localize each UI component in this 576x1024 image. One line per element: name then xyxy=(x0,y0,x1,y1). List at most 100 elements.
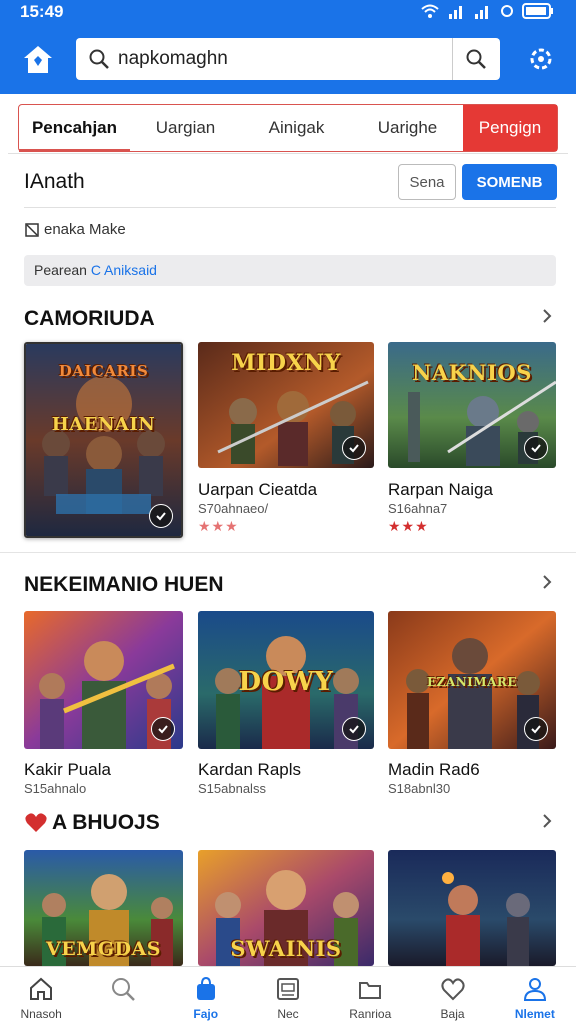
folder-icon xyxy=(359,982,382,999)
art-top-text: DAICARIS xyxy=(58,362,149,380)
app-header: napkomaghn xyxy=(0,24,576,94)
art-title-text: DOWY xyxy=(238,667,334,697)
art-title-text: NAKNIOS xyxy=(412,360,532,385)
game-title[interactable]: Madin Rad6 xyxy=(388,760,480,780)
art-title-text: VEMGDAS xyxy=(46,938,161,960)
info-row: enaka Make xyxy=(24,221,126,238)
battery-icon xyxy=(522,3,553,19)
bag-icon xyxy=(196,976,215,1000)
nav-item-profile[interactable]: Nlemet xyxy=(494,967,576,1024)
heart-icon xyxy=(440,978,465,1001)
no-entry-icon xyxy=(25,222,39,237)
check-icon xyxy=(342,436,366,460)
section-title-3[interactable]: A BHUOJS xyxy=(24,811,160,835)
section-title-1-label: CAMORIUDA xyxy=(24,307,155,330)
game-thumbnail[interactable]: NAKNIOS xyxy=(388,342,556,468)
nav-label: Nnasoh xyxy=(20,1007,62,1021)
art-title-text: EZANIMARE xyxy=(426,675,517,689)
game-price: S70ahnaeo/ xyxy=(198,501,269,516)
art-title-text: HAENAIN xyxy=(51,414,156,435)
sync-icon xyxy=(501,5,513,17)
nav-label: Nlemet xyxy=(514,1007,555,1021)
nav-item-folder[interactable]: Ranrioa xyxy=(329,967,411,1024)
primary-button[interactable]: SOMENB xyxy=(462,164,557,200)
game-price: S18abnl30 xyxy=(388,781,451,796)
nav-item-heart[interactable]: Baja xyxy=(411,967,493,1024)
banner-link[interactable]: C Aniksaid xyxy=(91,262,157,278)
game-thumbnail[interactable]: MIDXNY xyxy=(198,342,374,468)
heart-badge-icon xyxy=(25,813,47,832)
nav-label: Fajo xyxy=(193,1007,219,1021)
game-price: S15ahnalo xyxy=(24,781,87,796)
section-title-3-label: A BHUOJS xyxy=(52,811,160,834)
tab-ainigak[interactable]: Ainigak xyxy=(241,105,352,151)
game-thumbnail[interactable]: VEMGDAS xyxy=(24,850,183,966)
bottom-nav: Nnasoh Fajo Nec Ranrioa Baja Nlemet xyxy=(0,966,576,1024)
tab-pengign[interactable]: Pengign xyxy=(463,105,557,151)
search-input[interactable]: napkomaghn xyxy=(118,48,228,70)
game-title[interactable]: Kardan Rapls xyxy=(198,760,301,780)
game-price: S16ahna7 xyxy=(388,501,448,516)
game-price: S15abnalss xyxy=(198,781,266,796)
rating-stars: ★★★ xyxy=(198,518,239,534)
section-title-2-label: NEKEIMANIO HUEN xyxy=(24,573,224,596)
nav-label: Baja xyxy=(440,1007,465,1021)
section-title-1[interactable]: CAMORIUDA xyxy=(24,307,155,331)
profile-icon xyxy=(523,978,546,1001)
tab-pencahjan[interactable]: Pencahjan xyxy=(19,105,130,152)
art-title-text: SWAINIS xyxy=(230,936,342,961)
tab-bar: Pencahjan Uargian Ainigak Uarighe Pengig… xyxy=(18,104,558,152)
check-icon xyxy=(149,504,173,528)
tab-uarighe[interactable]: Uarighe xyxy=(352,105,463,151)
signal-icon xyxy=(449,6,462,19)
home-icon xyxy=(30,977,53,1000)
search-icon xyxy=(89,49,109,69)
status-bar: 15:49 xyxy=(0,0,576,24)
secondary-button[interactable]: Sena xyxy=(398,164,456,200)
game-title[interactable]: Kakir Puala xyxy=(24,760,111,780)
game-thumbnail[interactable]: DOWY xyxy=(198,611,374,749)
search-box[interactable]: napkomaghn xyxy=(76,38,500,80)
game-title[interactable]: Rarpan Naiga xyxy=(388,480,493,500)
game-title[interactable]: Uarpan Cieatda xyxy=(198,480,317,500)
tabs-divider xyxy=(8,153,568,154)
rating-stars: ★★★ xyxy=(388,518,429,534)
search-button[interactable] xyxy=(452,38,500,80)
check-icon xyxy=(151,717,175,741)
section-separator xyxy=(0,552,576,553)
account-name: IAnath xyxy=(24,170,85,193)
game-thumbnail[interactable] xyxy=(388,850,556,966)
home-logo-icon[interactable] xyxy=(20,42,56,78)
nav-label: Nec xyxy=(277,1007,299,1021)
game-thumbnail[interactable] xyxy=(24,611,183,749)
signal-icon-2 xyxy=(475,6,488,19)
chevron-right-icon[interactable] xyxy=(538,812,556,830)
chevron-right-icon[interactable] xyxy=(538,307,556,325)
tab-uargian[interactable]: Uargian xyxy=(130,105,241,151)
game-thumbnail[interactable]: EZANIMARE xyxy=(388,611,556,749)
nav-item-bag[interactable]: Fajo xyxy=(165,967,247,1024)
info-text: enaka Make xyxy=(44,221,126,238)
check-icon xyxy=(524,436,548,460)
nav-item-document[interactable]: Nec xyxy=(247,967,329,1024)
game-thumbnail[interactable]: DAICARIS HAENAIN xyxy=(24,342,183,538)
wifi-icon xyxy=(421,4,439,18)
status-time: 15:49 xyxy=(20,2,64,21)
art-title-text: MIDXNY xyxy=(231,350,341,376)
section-title-2[interactable]: NEKEIMANIO HUEN xyxy=(24,573,224,597)
game-thumbnail[interactable]: SWAINIS xyxy=(198,850,374,966)
nav-item-search[interactable] xyxy=(82,967,164,1024)
divider xyxy=(24,207,556,208)
settings-icon[interactable] xyxy=(526,44,556,74)
status-icons xyxy=(420,3,554,19)
banner-text: Pearean xyxy=(34,262,91,278)
nav-item-home[interactable]: Nnasoh xyxy=(0,967,82,1024)
game-art xyxy=(388,850,556,966)
info-banner[interactable]: Pearean C Aniksaid xyxy=(24,255,556,286)
check-icon xyxy=(524,717,548,741)
document-icon xyxy=(276,978,299,1000)
nav-label: Ranrioa xyxy=(349,1007,392,1021)
search-icon xyxy=(112,978,136,1001)
check-icon xyxy=(342,717,366,741)
chevron-right-icon[interactable] xyxy=(538,573,556,591)
